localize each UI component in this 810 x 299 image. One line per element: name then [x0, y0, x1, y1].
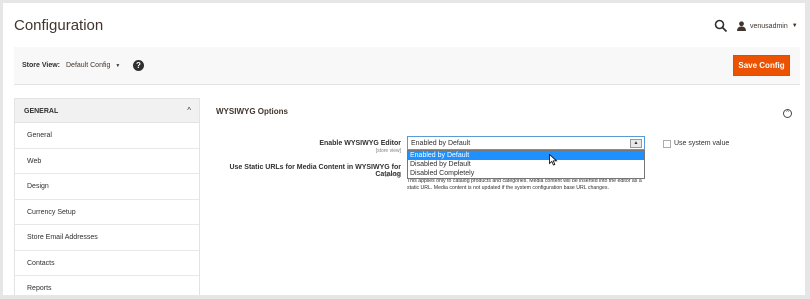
page: Configuration venusadmin ▼ Store View: D… [3, 3, 805, 295]
sidebar-item-label: Reports [27, 285, 52, 292]
field-scope-global: [global] [384, 172, 401, 178]
dropdown-option-disabled-by-default[interactable]: Disabled by Default [408, 160, 644, 169]
sidebar-item-currency-setup[interactable]: Currency Setup [15, 199, 199, 225]
page-header: Configuration venusadmin ▼ [3, 3, 805, 47]
config-sidebar: GENERAL ^ General Web Design Currency Se… [14, 98, 200, 295]
sidebar-item-store-email-addresses[interactable]: Store Email Addresses [15, 225, 199, 251]
sidebar-item-label: Currency Setup [27, 208, 76, 216]
page-title: Configuration [14, 17, 104, 34]
section-title[interactable]: WYSIWYG Options [216, 107, 288, 116]
sidebar-item-label: Web [27, 157, 42, 165]
dropdown-option-disabled-completely[interactable]: Disabled Completely [408, 169, 644, 178]
dropdown-option-enabled-by-default[interactable]: Enabled by Default [408, 151, 644, 160]
store-view-label: Store View: [22, 62, 60, 69]
sidebar-item-contacts[interactable]: Contacts [15, 250, 199, 276]
sidebar-item-label: Design [27, 183, 49, 190]
use-system-value-checkbox[interactable] [663, 140, 671, 148]
sidebar-item-label: General [27, 132, 52, 139]
collapse-icon[interactable]: ^ [783, 109, 792, 118]
save-config-button[interactable]: Save Config [733, 55, 790, 76]
scope-bar: Store View: Default Config ▼ ? Save Conf… [14, 47, 800, 85]
sidebar-section-label: GENERAL [24, 108, 59, 115]
use-system-value-label[interactable]: Use system value [674, 140, 729, 147]
field-scope-store-view: [store view] [375, 148, 401, 154]
chevron-down-icon: ▼ [115, 63, 121, 69]
sidebar-item-general[interactable]: General [15, 123, 199, 149]
sidebar-item-reports[interactable]: Reports [15, 276, 199, 295]
wysiwyg-editor-dropdown: Enabled by Default Disabled by Default D… [407, 150, 645, 179]
sidebar-item-web[interactable]: Web [15, 148, 199, 174]
sidebar-item-label: Contacts [27, 259, 55, 267]
sidebar-item-label: Store Email Addresses [27, 234, 98, 241]
mouse-cursor-icon [549, 154, 558, 166]
select-arrow-icon[interactable]: ▲ [630, 139, 642, 148]
select-value: Enabled by Default [411, 140, 471, 147]
sidebar-item-design[interactable]: Design [15, 174, 199, 200]
search-icon[interactable] [714, 19, 728, 33]
help-icon[interactable]: ? [133, 60, 144, 71]
wysiwyg-editor-select[interactable]: Enabled by Default ▲ [407, 136, 645, 150]
chevron-up-icon: ^ [187, 106, 191, 115]
field-note: This applies only to catalog products an… [407, 178, 642, 191]
user-name: venusadmin [750, 22, 788, 30]
store-view-switcher[interactable]: Default Config ▼ [66, 62, 120, 71]
field-label-enable-wysiwyg: Enable WYSIWYG Editor [319, 140, 401, 147]
caret-down-icon: ▼ [791, 23, 798, 29]
sidebar-section-general[interactable]: GENERAL ^ [15, 99, 199, 123]
user-icon [737, 21, 746, 31]
store-view-value: Default Config [66, 62, 111, 69]
account-menu[interactable]: venusadmin ▼ [737, 19, 798, 33]
